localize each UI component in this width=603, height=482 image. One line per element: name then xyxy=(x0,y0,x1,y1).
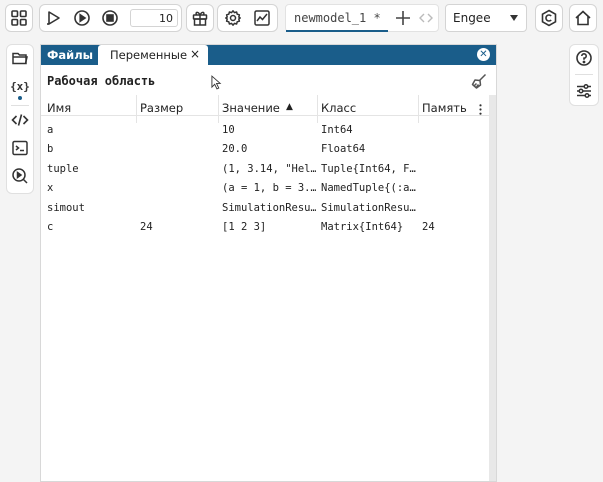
cell-class: Matrix{Int64} xyxy=(321,221,404,233)
model-tab[interactable]: newmodel_1 * xyxy=(294,11,381,25)
play-icon[interactable] xyxy=(73,9,91,31)
settings-group xyxy=(217,4,278,32)
cell-name: simout xyxy=(47,201,85,214)
table-row[interactable]: a 10 Int64 xyxy=(41,124,489,140)
cell-value: 10 xyxy=(222,124,235,136)
column-header-size[interactable]: Размер xyxy=(140,101,183,115)
cell-class: SimulationResu… xyxy=(321,201,416,214)
model-tab-strip: newmodel_1 * xyxy=(285,4,439,32)
simulation-controls: 10 xyxy=(39,4,182,32)
cell-name: x xyxy=(47,182,54,195)
chevron-down-icon xyxy=(510,15,518,21)
gift-icon xyxy=(192,11,208,26)
vertical-scrollbar[interactable] xyxy=(489,95,496,481)
add-tab-icon[interactable] xyxy=(394,9,412,31)
step-icon[interactable] xyxy=(45,9,63,31)
column-separator xyxy=(317,95,318,123)
cell-value: [1 2 3] xyxy=(222,221,267,233)
help-icon[interactable] xyxy=(575,49,593,71)
sidebar-divider xyxy=(11,105,29,106)
gear-icon[interactable] xyxy=(224,9,242,31)
column-menu-icon[interactable] xyxy=(478,101,483,120)
column-header-class[interactable]: Класс xyxy=(321,101,356,115)
apps-grid-button[interactable] xyxy=(5,4,33,32)
code-icon[interactable] xyxy=(10,110,30,130)
tab-variables-label: Переменные xyxy=(110,48,188,62)
variables-panel: Файлы Переменные × ✕ Рабочая область Имя… xyxy=(40,44,497,482)
panel-close-icon[interactable]: ✕ xyxy=(477,48,490,61)
table-row[interactable]: x (a = 1, b = 3.… NamedTuple{(:a… xyxy=(41,182,489,198)
column-header-memory[interactable]: Память xyxy=(422,101,467,115)
table-row[interactable]: c 24 [1 2 3] Matrix{Int64} 24 xyxy=(41,221,489,237)
cell-class: Float64 xyxy=(321,143,366,156)
panel-tab-bar: Файлы Переменные × ✕ xyxy=(41,45,496,65)
home-button[interactable] xyxy=(569,4,597,32)
right-sidebar xyxy=(569,44,599,106)
sliders-icon[interactable] xyxy=(575,82,593,104)
column-separator xyxy=(136,95,137,123)
engine-select[interactable]: Engee xyxy=(445,4,527,32)
tab-files[interactable]: Файлы xyxy=(47,48,93,62)
cell-name: tuple xyxy=(47,162,79,175)
gift-button[interactable] xyxy=(186,4,214,32)
sort-ascending-icon: ▲ xyxy=(286,102,293,112)
cursor-icon xyxy=(211,75,222,94)
folder-icon[interactable] xyxy=(10,48,30,68)
cell-size: 24 xyxy=(140,221,153,233)
cell-name: b xyxy=(47,143,54,156)
copyright-icon xyxy=(541,9,557,27)
cell-memory: 24 xyxy=(422,221,435,233)
variables-icon[interactable]: {x} xyxy=(10,76,30,96)
copyright-button[interactable] xyxy=(535,4,563,32)
stop-icon[interactable] xyxy=(101,9,119,31)
tab-scroll-arrows-icon[interactable] xyxy=(418,10,434,30)
step-input[interactable]: 10 xyxy=(130,9,178,27)
terminal-icon[interactable] xyxy=(10,138,30,158)
cell-class: Tuple{Int64, F… xyxy=(321,162,416,175)
search-play-icon[interactable] xyxy=(10,166,30,186)
workspace-title: Рабочая область xyxy=(47,74,156,88)
cell-class: Int64 xyxy=(321,124,353,136)
home-icon xyxy=(575,10,591,26)
tab-variables[interactable]: Переменные × xyxy=(98,45,208,65)
engine-select-value: Engee xyxy=(453,11,491,25)
column-separator xyxy=(218,95,219,123)
column-separator xyxy=(418,95,419,123)
column-header-value[interactable]: Значение xyxy=(222,101,280,115)
left-sidebar: {x} xyxy=(6,44,34,194)
chart-monitor-icon[interactable] xyxy=(253,9,271,31)
cell-value: (1, 3.14, "Hel… xyxy=(222,162,316,175)
header-divider xyxy=(41,115,489,116)
sidebar-divider xyxy=(575,74,593,75)
active-indicator xyxy=(18,96,22,100)
table-row[interactable]: simout SimulationResu… SimulationResu… xyxy=(41,202,489,218)
table-row[interactable]: tuple (1, 3.14, "Hel… Tuple{Int64, F… xyxy=(41,163,489,179)
cell-class: NamedTuple{(:a… xyxy=(321,182,416,195)
column-header-name[interactable]: Имя xyxy=(47,101,71,115)
cell-name: a xyxy=(47,124,54,136)
cell-name: c xyxy=(47,221,54,233)
cell-value: (a = 1, b = 3.… xyxy=(222,182,316,195)
grid-icon xyxy=(11,10,27,26)
table-row[interactable]: b 20.0 Float64 xyxy=(41,143,489,159)
model-tab-underline xyxy=(286,30,388,32)
cell-value: 20.0 xyxy=(222,143,248,156)
cell-value: SimulationResu… xyxy=(222,201,316,214)
broom-icon[interactable] xyxy=(470,72,488,94)
tab-close-icon[interactable]: × xyxy=(190,47,200,61)
